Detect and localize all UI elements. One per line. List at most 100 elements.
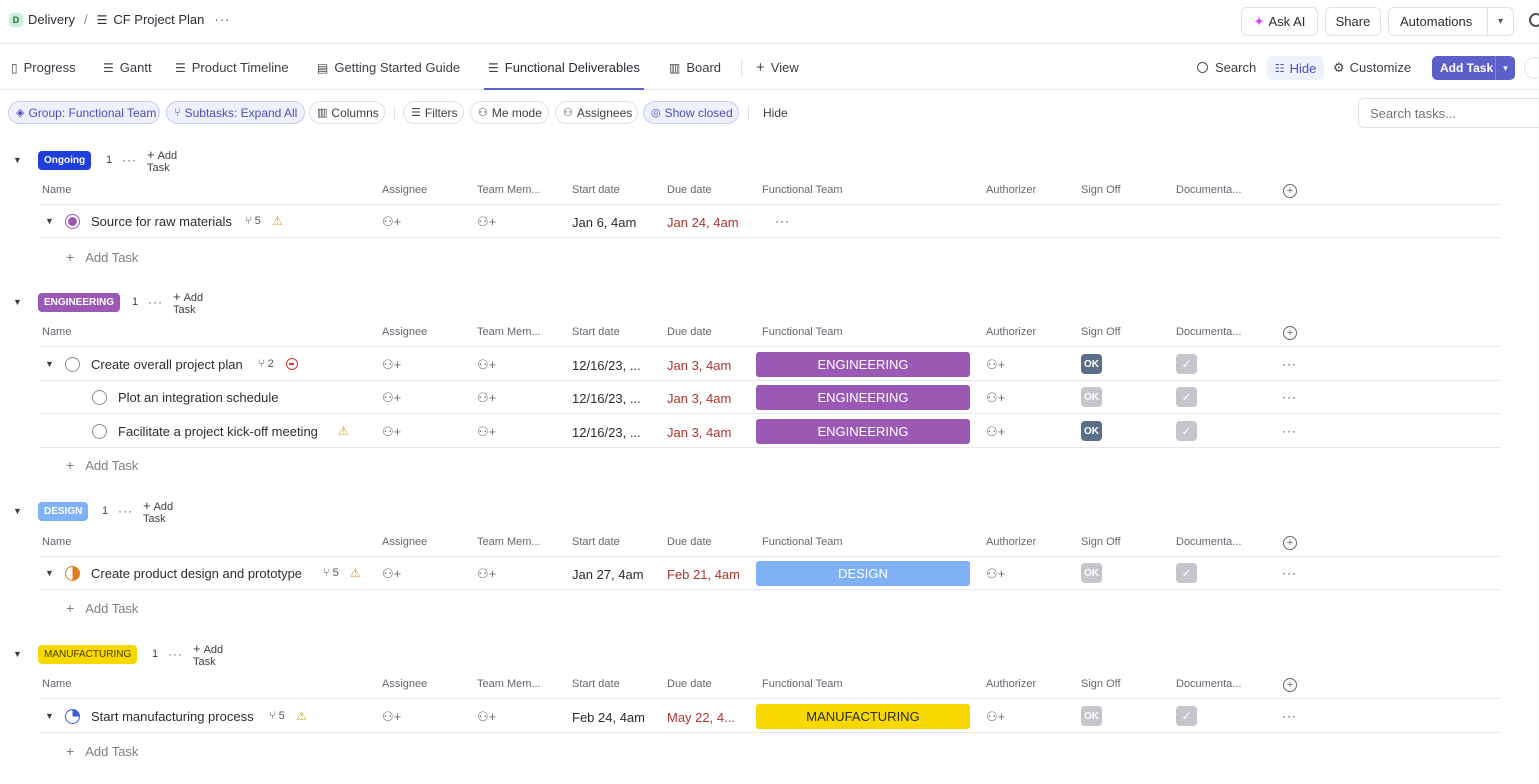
- sign-off-button[interactable]: OK: [1081, 706, 1102, 726]
- expand-caret-icon[interactable]: ▼: [45, 711, 54, 721]
- col-name[interactable]: Name: [42, 536, 71, 548]
- breadcrumb-list[interactable]: CF Project Plan: [113, 12, 204, 27]
- col-authorizer[interactable]: Authorizer: [986, 678, 1036, 690]
- add-column-icon[interactable]: +: [1283, 678, 1297, 692]
- subtask-count[interactable]: ⑂ 5: [323, 567, 339, 579]
- group-add-task-button[interactable]: + Add Task: [193, 641, 223, 668]
- tab-progress[interactable]: ▯ Progress: [11, 45, 76, 90]
- more-icon[interactable]: ···: [122, 153, 137, 167]
- col-sign-off[interactable]: Sign Off: [1081, 184, 1121, 196]
- col-name[interactable]: Name: [42, 326, 71, 338]
- col-documentation[interactable]: Documenta...: [1176, 326, 1241, 338]
- add-column-icon[interactable]: +: [1283, 536, 1297, 550]
- documentation-checkbox[interactable]: ✓: [1176, 563, 1197, 583]
- table-row[interactable]: ▼ Source for raw materials ⑂ 5 ⚠ ⚇+ ⚇+ J…: [40, 205, 1500, 238]
- add-column-icon[interactable]: +: [1283, 326, 1297, 340]
- col-due-date[interactable]: Due date: [667, 326, 712, 338]
- documentation-checkbox[interactable]: ✓: [1176, 354, 1197, 374]
- filters-chip[interactable]: ☰ Filters: [403, 101, 464, 124]
- table-row[interactable]: Plot an integration schedule ⚇+ ⚇+ 12/16…: [40, 381, 1500, 414]
- documentation-checkbox[interactable]: ✓: [1176, 421, 1197, 441]
- due-date[interactable]: Jan 24, 4am: [667, 215, 739, 230]
- expand-caret-icon[interactable]: ▼: [45, 359, 54, 369]
- customize-button[interactable]: ⚙ Customize: [1333, 45, 1411, 90]
- expand-caret-icon[interactable]: ▼: [45, 568, 54, 578]
- col-sign-off[interactable]: Sign Off: [1081, 678, 1121, 690]
- col-due-date[interactable]: Due date: [667, 184, 712, 196]
- hide-button[interactable]: ☷ Hide: [1267, 56, 1324, 80]
- group-badge[interactable]: ENGINEERING: [38, 292, 121, 312]
- due-date[interactable]: Jan 3, 4am: [667, 425, 731, 440]
- add-team-member-icon[interactable]: ⚇+: [477, 424, 496, 440]
- add-assignee-icon[interactable]: ⚇+: [382, 709, 401, 725]
- functional-team-pill[interactable]: MANUFACTURING: [756, 704, 970, 729]
- assignees-chip[interactable]: ⚇ Assignees: [555, 101, 638, 124]
- chevron-down-icon[interactable]: ▾: [1487, 8, 1513, 35]
- sign-off-button[interactable]: OK: [1081, 421, 1102, 441]
- more-icon[interactable]: ···: [775, 214, 790, 228]
- row-more-icon[interactable]: ···: [1282, 709, 1297, 723]
- add-assignee-icon[interactable]: ⚇+: [382, 424, 401, 440]
- col-documentation[interactable]: Documenta...: [1176, 536, 1241, 548]
- due-date[interactable]: Jan 3, 4am: [667, 391, 731, 406]
- row-more-icon[interactable]: ···: [1282, 357, 1297, 371]
- sign-off-button[interactable]: OK: [1081, 387, 1102, 407]
- add-authorizer-icon[interactable]: ⚇+: [986, 390, 1005, 406]
- tab-product-timeline[interactable]: ☰ Product Timeline: [175, 45, 289, 90]
- task-name[interactable]: Create product design and prototype: [91, 566, 302, 581]
- col-sign-off[interactable]: Sign Off: [1081, 536, 1121, 548]
- start-date[interactable]: Jan 27, 4am: [572, 567, 644, 582]
- collapse-caret-icon[interactable]: ▼: [13, 506, 22, 516]
- collapse-caret-icon[interactable]: ▼: [13, 649, 22, 659]
- status-icon[interactable]: [65, 214, 80, 229]
- add-team-member-icon[interactable]: ⚇+: [477, 709, 496, 725]
- row-more-icon[interactable]: ···: [1282, 566, 1297, 580]
- workspace-avatar[interactable]: D: [9, 12, 23, 27]
- search-tasks-input[interactable]: [1358, 98, 1539, 128]
- me-mode-chip[interactable]: ⚇ Me mode: [470, 101, 549, 124]
- add-task-row[interactable]: + Add Task: [66, 457, 138, 473]
- subtask-count[interactable]: ⑂ 5: [269, 710, 285, 722]
- col-authorizer[interactable]: Authorizer: [986, 326, 1036, 338]
- col-assignee[interactable]: Assignee: [382, 678, 427, 690]
- more-icon[interactable]: ···: [168, 647, 183, 661]
- start-date[interactable]: Feb 24, 4am: [572, 710, 645, 725]
- add-authorizer-icon[interactable]: ⚇+: [986, 424, 1005, 440]
- group-add-task-button[interactable]: + Add Task: [173, 289, 203, 316]
- show-closed-chip[interactable]: ◎ Show closed: [643, 101, 739, 124]
- task-name[interactable]: Source for raw materials: [91, 214, 232, 229]
- table-row[interactable]: ▼ Start manufacturing process ⑂ 5 ⚠ ⚇+ ⚇…: [40, 700, 1500, 733]
- subtask-count[interactable]: ⑂ 5: [245, 215, 261, 227]
- tab-functional-deliverables[interactable]: ☰ Functional Deliverables: [484, 45, 644, 90]
- add-authorizer-icon[interactable]: ⚇+: [986, 566, 1005, 582]
- sign-off-button[interactable]: OK: [1081, 354, 1102, 374]
- col-name[interactable]: Name: [42, 678, 71, 690]
- add-assignee-icon[interactable]: ⚇+: [382, 390, 401, 406]
- expand-caret-icon[interactable]: ▼: [45, 216, 54, 226]
- subtasks-chip[interactable]: ⑂ Subtasks: Expand All: [166, 101, 305, 124]
- col-authorizer[interactable]: Authorizer: [986, 184, 1036, 196]
- col-documentation[interactable]: Documenta...: [1176, 184, 1241, 196]
- col-team-members[interactable]: Team Mem...: [477, 184, 541, 196]
- col-assignee[interactable]: Assignee: [382, 536, 427, 548]
- status-icon[interactable]: [92, 424, 107, 439]
- add-team-member-icon[interactable]: ⚇+: [477, 566, 496, 582]
- col-start-date[interactable]: Start date: [572, 326, 620, 338]
- col-sign-off[interactable]: Sign Off: [1081, 326, 1121, 338]
- col-name[interactable]: Name: [42, 184, 71, 196]
- col-assignee[interactable]: Assignee: [382, 326, 427, 338]
- functional-team-pill[interactable]: ENGINEERING: [756, 385, 970, 410]
- table-row[interactable]: Facilitate a project kick-off meeting ⚠ …: [40, 415, 1500, 448]
- breadcrumb-workspace[interactable]: Delivery: [28, 12, 75, 27]
- tab-board[interactable]: ▥ Board: [669, 45, 721, 90]
- due-date[interactable]: Jan 3, 4am: [667, 358, 731, 373]
- add-task-row[interactable]: + Add Task: [66, 600, 138, 616]
- functional-team-pill[interactable]: ENGINEERING: [756, 352, 970, 377]
- add-task-row[interactable]: + Add Task: [66, 743, 138, 759]
- task-name[interactable]: Plot an integration schedule: [118, 390, 278, 405]
- documentation-checkbox[interactable]: ✓: [1176, 706, 1197, 726]
- documentation-checkbox[interactable]: ✓: [1176, 387, 1197, 407]
- status-icon[interactable]: [65, 357, 80, 372]
- table-row[interactable]: ▼ Create overall project plan ⑂ 2 ⚇+ ⚇+ …: [40, 348, 1500, 381]
- add-team-member-icon[interactable]: ⚇+: [477, 214, 496, 230]
